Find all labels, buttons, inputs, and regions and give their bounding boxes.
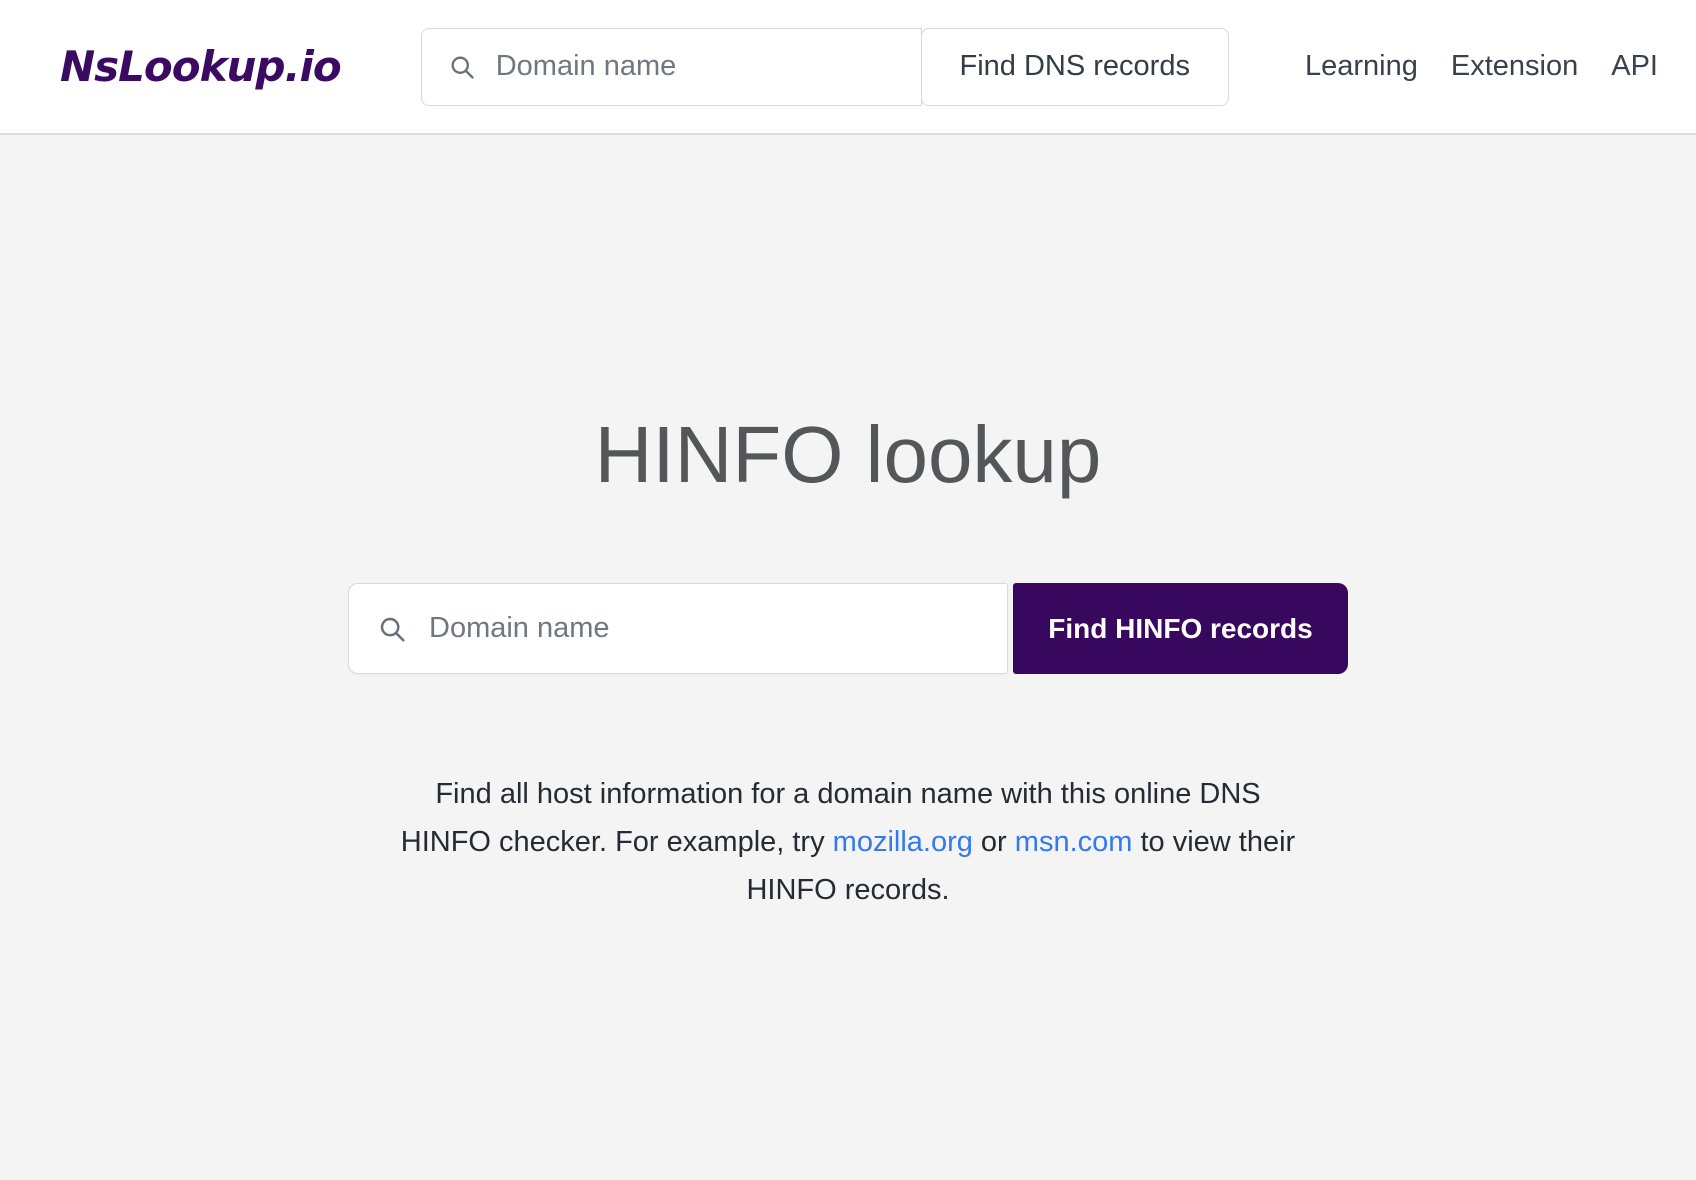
hinfo-search-form: Find HINFO records: [348, 583, 1348, 674]
search-icon: [448, 53, 476, 81]
description-line1: Find all host information for a domain n…: [435, 778, 1260, 810]
page-description: Find all host information for a domain n…: [273, 770, 1423, 914]
description-line3: HINFO records.: [746, 874, 949, 906]
nav-item-extension[interactable]: Extension: [1451, 50, 1578, 83]
header-search-input-wrap: [421, 28, 922, 106]
nav-item-learning[interactable]: Learning: [1305, 50, 1418, 83]
page-title: HINFO lookup: [0, 415, 1696, 495]
hinfo-domain-input[interactable]: [427, 611, 1007, 646]
header-nav: Learning Extension API: [1305, 50, 1658, 83]
description-line2-pre: HINFO checker. For example, try: [401, 826, 833, 858]
description-line2-post: to view their: [1132, 826, 1295, 858]
msn-com-link[interactable]: msn.com: [1015, 826, 1133, 858]
find-dns-records-button[interactable]: Find DNS records: [921, 28, 1229, 106]
find-hinfo-records-button[interactable]: Find HINFO records: [1013, 583, 1348, 674]
description-line2-mid: or: [973, 826, 1015, 858]
header-domain-input[interactable]: [494, 49, 894, 84]
nav-item-api[interactable]: API: [1611, 50, 1658, 83]
hinfo-search-input-wrap: [348, 583, 1008, 674]
site-header: NsLookup.io Find DNS records Learning Ex…: [0, 0, 1696, 135]
site-logo[interactable]: NsLookup.io: [60, 42, 341, 91]
mozilla-org-link[interactable]: mozilla.org: [833, 826, 973, 858]
search-icon: [377, 614, 407, 644]
header-search-form: Find DNS records: [421, 28, 1229, 106]
hero-section: HINFO lookup Find HINFO records Find all…: [0, 135, 1696, 914]
